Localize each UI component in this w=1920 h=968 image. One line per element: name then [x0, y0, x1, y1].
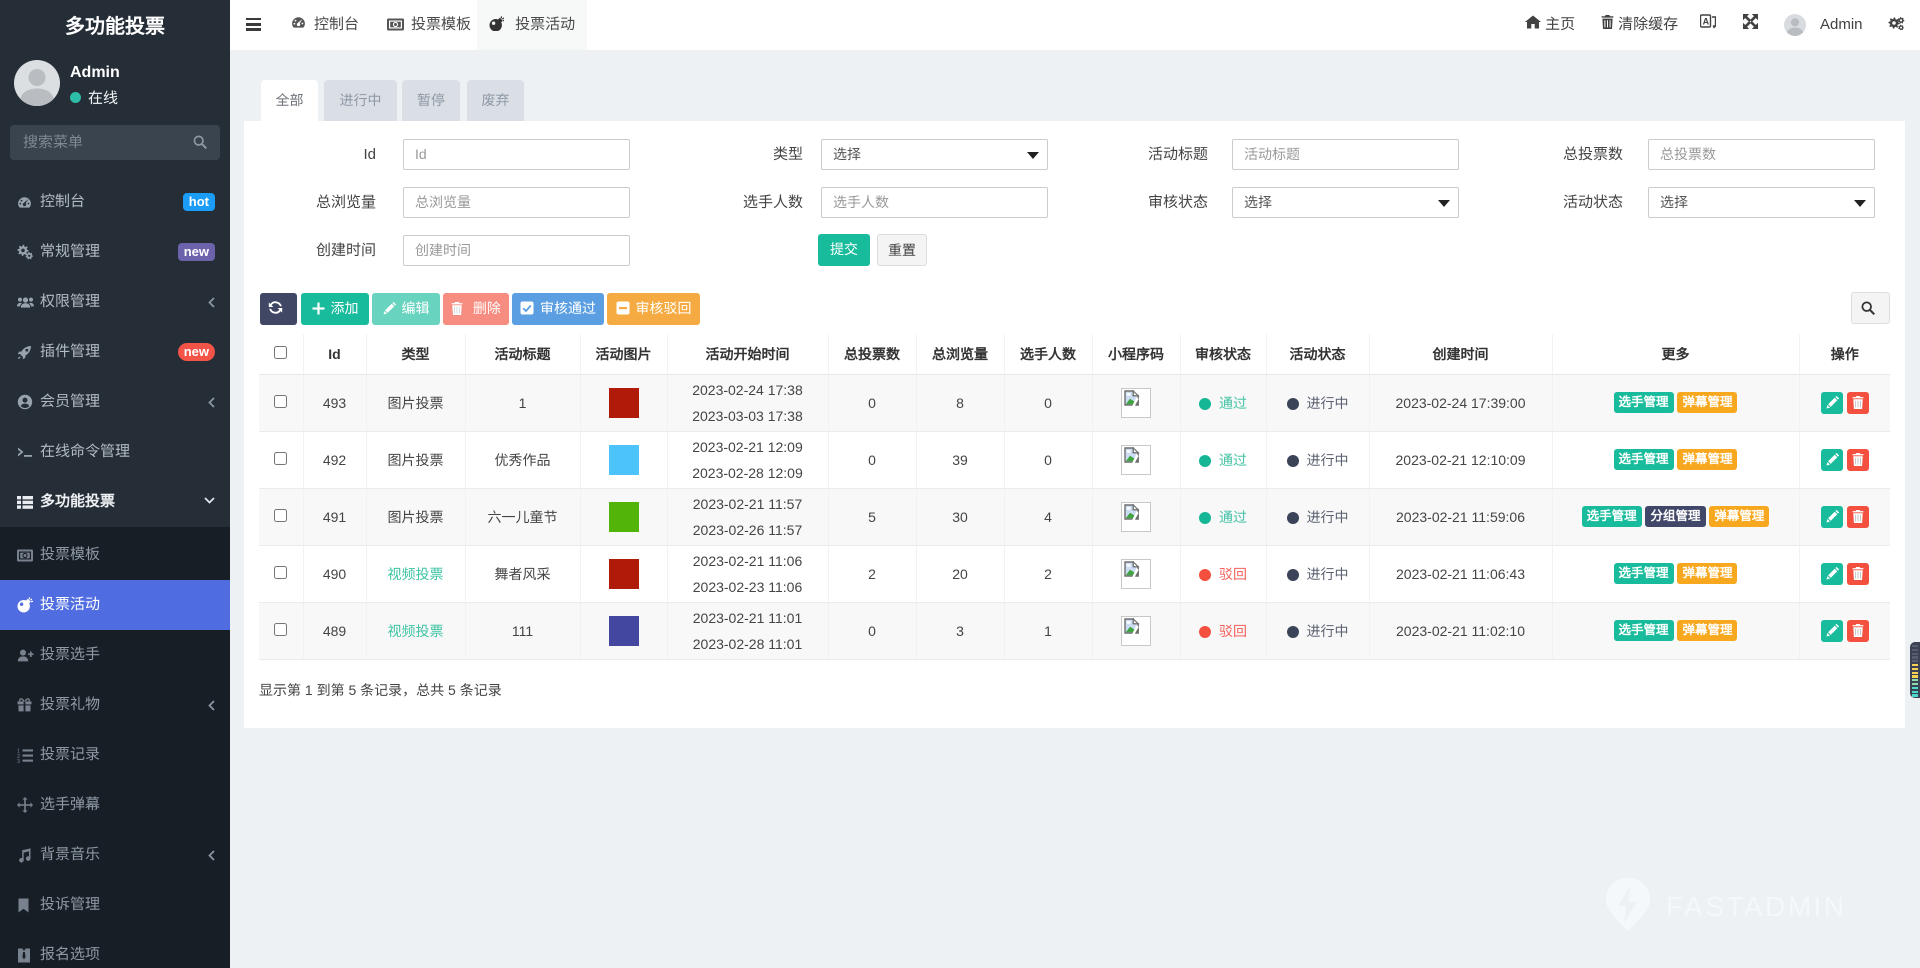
svg-text:A: A [1703, 17, 1710, 27]
svg-text:3: 3 [17, 759, 20, 763]
